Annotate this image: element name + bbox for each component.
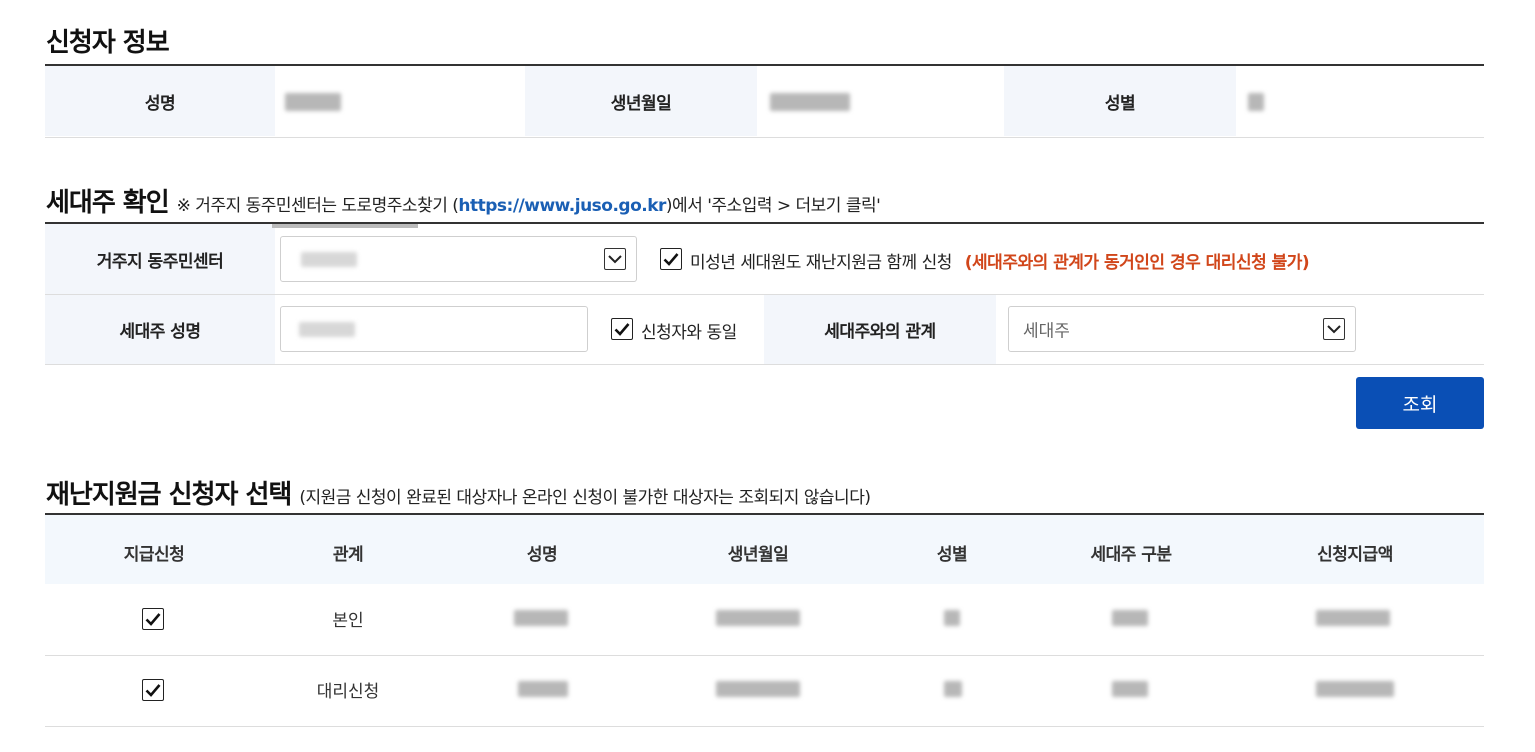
selection-section-title: 재난지원금 신청자 선택 (지원금 신청이 완료된 대상자나 온라인 신청이 불가…	[46, 474, 871, 511]
check-icon	[145, 684, 161, 697]
row-checkbox[interactable]	[142, 608, 164, 630]
gender-cell	[944, 681, 962, 697]
center-tab-indicator	[272, 224, 418, 228]
chevron-down-icon	[604, 248, 626, 270]
juso-link[interactable]: https://www.juso.go.kr	[458, 196, 666, 216]
check-icon	[145, 613, 161, 626]
column-header: 생년월일	[727, 545, 789, 565]
search-button[interactable]: 조회	[1356, 377, 1484, 429]
amount-cell	[1316, 681, 1394, 697]
birth-cell	[716, 681, 800, 697]
household-note-prefix: ※ 거주지 동주민센터는 도로명주소찾기 (	[176, 196, 459, 216]
selection-title-text: 재난지원금 신청자 선택	[46, 480, 292, 510]
check-icon	[614, 323, 630, 336]
name-cell	[518, 681, 568, 697]
household-type-cell	[1112, 610, 1148, 626]
table-row-divider	[45, 655, 1484, 656]
applicant-name-label: 성명	[45, 66, 275, 136]
same-as-applicant-checkbox[interactable]	[611, 318, 633, 340]
minor-checkbox[interactable]	[660, 248, 682, 270]
column-header: 지급신청	[123, 545, 185, 565]
relation-cell: 대리신청	[316, 682, 380, 702]
household-note: ※ 거주지 동주민센터는 도로명주소찾기 (https://www.juso.g…	[177, 196, 881, 216]
household-title-text: 세대주 확인	[46, 188, 170, 218]
household-note-suffix: )에서 '주소입력 > 더보기 클릭'	[665, 196, 881, 216]
household-bottom-line	[45, 364, 1484, 365]
applicant-name-value	[285, 93, 341, 111]
row-checkbox[interactable]	[142, 679, 164, 701]
minor-warning: (세대주와의 관계가 동거인인 경우 대리신청 불가)	[964, 253, 1310, 273]
applicant-birth-label: 생년월일	[525, 66, 757, 136]
column-header: 관계	[332, 545, 364, 565]
column-header: 세대주 구분	[1090, 545, 1172, 565]
relation-select[interactable]: 세대주	[1008, 306, 1356, 352]
applicant-gender-value	[1248, 93, 1264, 111]
head-name-input[interactable]	[280, 306, 588, 352]
applicant-section-title: 신청자 정보	[46, 28, 170, 58]
column-header: 성별	[936, 545, 968, 565]
household-section-title: 세대주 확인 ※ 거주지 동주민센터는 도로명주소찾기 (https://www.…	[46, 182, 881, 219]
minor-checkbox-text: 미성년 세대원도 재난지원금 함께 신청	[690, 253, 952, 273]
chevron-down-icon	[1323, 318, 1345, 340]
relation-label: 세대주와의 관계	[764, 295, 996, 364]
head-name-value	[299, 322, 355, 337]
applicant-bottom-line	[45, 137, 1484, 138]
column-header: 신청지급액	[1317, 545, 1393, 565]
center-select[interactable]	[280, 236, 637, 282]
applicant-birth-value	[770, 93, 850, 111]
amount-cell	[1316, 610, 1390, 626]
center-select-value	[301, 252, 357, 267]
head-name-label: 세대주 성명	[45, 295, 275, 364]
relation-cell: 본인	[332, 611, 364, 631]
table-bottom-line	[45, 726, 1484, 727]
household-type-cell	[1112, 681, 1148, 697]
selection-note: (지원금 신청이 완료된 대상자나 온라인 신청이 불가한 대상자는 조회되지 …	[299, 488, 871, 508]
name-cell	[514, 610, 568, 626]
column-header: 성명	[526, 545, 558, 565]
birth-cell	[716, 610, 800, 626]
relation-select-value: 세대주	[1023, 321, 1070, 342]
center-label: 거주지 동주민센터	[45, 224, 275, 294]
minor-checkbox-label: 미성년 세대원도 재난지원금 함께 신청 (세대주와의 관계가 동거인인 경우 …	[690, 248, 1310, 273]
applicant-gender-label: 성별	[1004, 66, 1236, 136]
gender-cell	[944, 610, 960, 626]
same-as-applicant-label: 신청자와 동일	[641, 323, 737, 343]
check-icon	[663, 253, 679, 266]
